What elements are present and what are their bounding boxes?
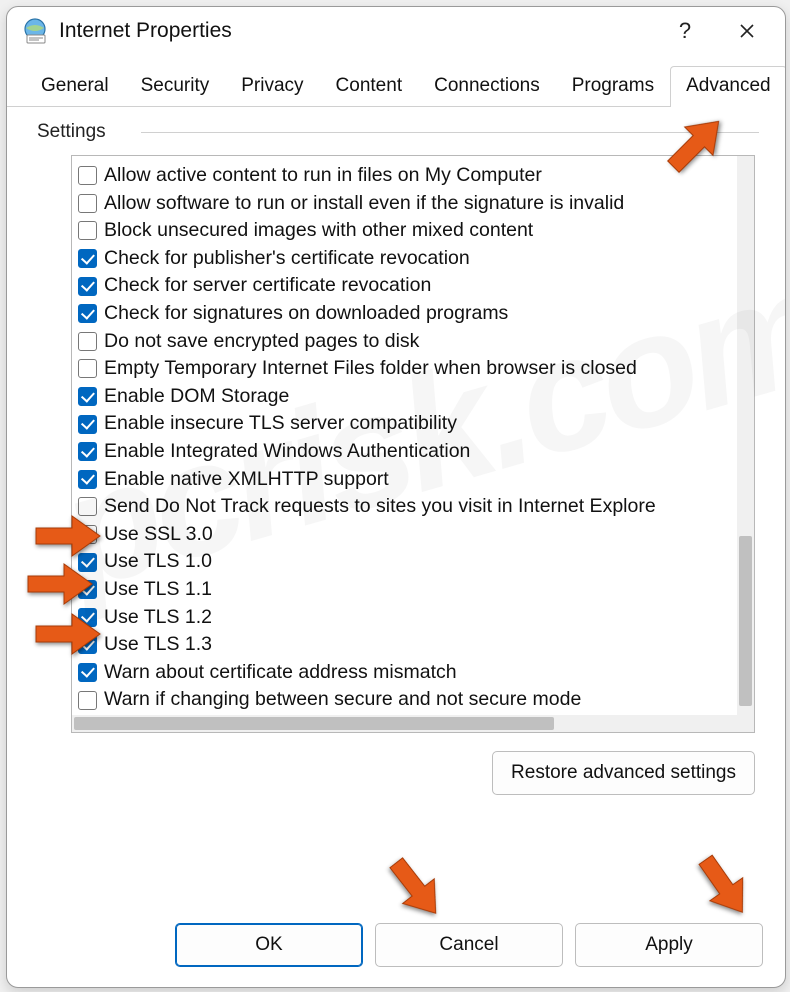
checkbox[interactable] [78, 194, 97, 213]
restore-advanced-settings-button[interactable]: Restore advanced settings [492, 751, 755, 795]
checkbox[interactable] [78, 470, 97, 489]
settings-item[interactable]: Check for publisher's certificate revoca… [76, 245, 733, 273]
settings-item-label: Use TLS 1.3 [104, 632, 212, 658]
settings-item-label: Use TLS 1.0 [104, 549, 212, 575]
checkbox[interactable] [78, 442, 97, 461]
checkbox[interactable] [78, 166, 97, 185]
settings-item-label: Enable insecure TLS server compatibility [104, 411, 457, 437]
cancel-button[interactable]: Cancel [375, 923, 563, 967]
title-bar: Internet Properties ? [7, 7, 785, 55]
settings-item-label: Use TLS 1.1 [104, 577, 212, 603]
checkbox[interactable] [78, 387, 97, 406]
scroll-corner [737, 715, 754, 732]
settings-group-label: Settings [33, 117, 106, 145]
settings-item[interactable]: Allow software to run or install even if… [76, 190, 733, 218]
settings-item-label: Check for signatures on downloaded progr… [104, 301, 508, 327]
settings-item-label: Send Do Not Track requests to sites you … [104, 494, 656, 520]
settings-item[interactable]: Enable Integrated Windows Authentication [76, 438, 733, 466]
horizontal-scroll-thumb[interactable] [74, 717, 554, 730]
settings-item-label: Check for publisher's certificate revoca… [104, 246, 470, 272]
settings-item[interactable]: Use TLS 1.0 [76, 548, 733, 576]
help-button[interactable]: ? [657, 11, 713, 51]
settings-item-label: Warn about certificate address mismatch [104, 660, 457, 686]
settings-item-label: Check for server certificate revocation [104, 273, 431, 299]
settings-item[interactable]: Enable DOM Storage [76, 383, 733, 411]
checkbox[interactable] [78, 304, 97, 323]
settings-item-label: Enable DOM Storage [104, 384, 289, 410]
settings-item[interactable]: Use TLS 1.3 [76, 631, 733, 659]
window-title: Internet Properties [59, 19, 657, 43]
settings-item[interactable]: Warn about certificate address mismatch [76, 659, 733, 687]
ok-button[interactable]: OK [175, 923, 363, 967]
tab-general[interactable]: General [25, 66, 125, 107]
settings-item[interactable]: Check for signatures on downloaded progr… [76, 300, 733, 328]
checkbox[interactable] [78, 691, 97, 710]
checkbox[interactable] [78, 663, 97, 682]
checkbox[interactable] [78, 580, 97, 599]
checkbox[interactable] [78, 332, 97, 351]
tab-content[interactable]: Content [320, 66, 419, 107]
settings-item-label: Enable native XMLHTTP support [104, 467, 389, 493]
divider [141, 132, 759, 133]
checkbox[interactable] [78, 249, 97, 268]
settings-listbox[interactable]: Allow active content to run in files on … [71, 155, 755, 733]
settings-item-label: Allow active content to run in files on … [104, 163, 542, 189]
settings-item[interactable]: Do not save encrypted pages to disk [76, 328, 733, 356]
horizontal-scrollbar[interactable] [72, 715, 737, 732]
checkbox[interactable] [78, 277, 97, 296]
settings-item-label: Allow software to run or install even if… [104, 191, 624, 217]
checkbox[interactable] [78, 221, 97, 240]
settings-item[interactable]: Use TLS 1.1 [76, 576, 733, 604]
checkbox[interactable] [78, 415, 97, 434]
checkbox[interactable] [78, 497, 97, 516]
checkbox[interactable] [78, 525, 97, 544]
tab-connections[interactable]: Connections [418, 66, 556, 107]
settings-item-label: Use SSL 3.0 [104, 522, 213, 548]
vertical-scrollbar[interactable] [737, 156, 754, 715]
settings-item-label: Warn if changing between secure and not … [104, 687, 581, 713]
checkbox[interactable] [78, 635, 97, 654]
settings-item[interactable]: Use SSL 3.0 [76, 521, 733, 549]
tab-strip: GeneralSecurityPrivacyContentConnections… [7, 55, 785, 107]
tab-privacy[interactable]: Privacy [225, 66, 319, 107]
checkbox[interactable] [78, 359, 97, 378]
tab-advanced[interactable]: Advanced [670, 66, 786, 107]
vertical-scroll-thumb[interactable] [739, 536, 752, 706]
tab-programs[interactable]: Programs [556, 66, 670, 107]
advanced-tab-panel: pcrisk.com Settings Allow active content… [7, 107, 785, 909]
settings-item-label: Empty Temporary Internet Files folder wh… [104, 356, 637, 382]
checkbox[interactable] [78, 608, 97, 627]
settings-item-label: Enable Integrated Windows Authentication [104, 439, 470, 465]
internet-properties-dialog: Internet Properties ? GeneralSecurityPri… [6, 6, 786, 988]
settings-item[interactable]: Send Do Not Track requests to sites you … [76, 493, 733, 521]
settings-item[interactable]: Block unsecured images with other mixed … [76, 217, 733, 245]
close-button[interactable] [719, 11, 775, 51]
apply-button[interactable]: Apply [575, 923, 763, 967]
checkbox[interactable] [78, 553, 97, 572]
tab-security[interactable]: Security [125, 66, 226, 107]
settings-item[interactable]: Empty Temporary Internet Files folder wh… [76, 355, 733, 383]
settings-item[interactable]: Enable native XMLHTTP support [76, 466, 733, 494]
internet-options-icon [21, 17, 49, 45]
settings-item[interactable]: Check for server certificate revocation [76, 272, 733, 300]
settings-item-label: Block unsecured images with other mixed … [104, 218, 533, 244]
settings-item[interactable]: Enable insecure TLS server compatibility [76, 410, 733, 438]
settings-item[interactable]: Warn if changing between secure and not … [76, 686, 733, 714]
settings-item[interactable]: Use TLS 1.2 [76, 604, 733, 632]
settings-item[interactable]: Allow active content to run in files on … [76, 162, 733, 190]
dialog-button-row: OK Cancel Apply [7, 909, 785, 987]
settings-item-label: Do not save encrypted pages to disk [104, 329, 419, 355]
settings-item-label: Use TLS 1.2 [104, 605, 212, 631]
